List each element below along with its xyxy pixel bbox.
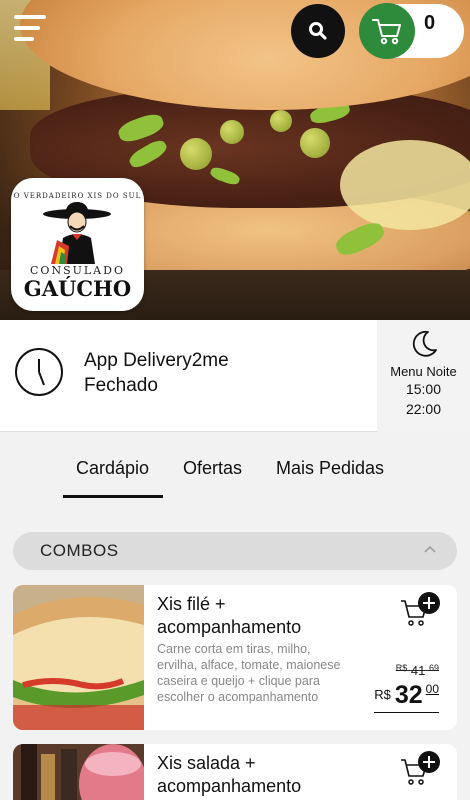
add-to-cart-icon[interactable] — [399, 750, 443, 790]
close-time: 22:00 — [405, 401, 442, 417]
open-time: 15:00 — [405, 381, 442, 397]
old-price: R$ 41 69 — [395, 663, 439, 678]
category-header-combos[interactable]: COMBOS — [13, 532, 457, 570]
product-title: Xis filé + acompanhamento — [157, 594, 302, 637]
product-card[interactable]: Xis salada + acompanhamento — [13, 744, 457, 800]
search-icon — [309, 22, 327, 40]
moon-icon — [412, 330, 437, 357]
chevron-up-icon — [424, 545, 436, 553]
product-card[interactable]: Xis filé + acompanhamento Carne corta em… — [13, 585, 457, 730]
store-open-state: Fechado — [84, 375, 158, 396]
cart-count: 0 — [424, 12, 436, 34]
logo-name-line2: GAÚCHO — [23, 276, 132, 301]
product-description: Carne corta em tiras, milho, ervilha, al… — [157, 642, 341, 704]
product-image — [13, 744, 144, 800]
clock-icon — [15, 348, 63, 396]
product-title: Xis salada + acompanhamento — [157, 753, 302, 796]
schedule-label: Menu Noite — [390, 364, 457, 379]
category-label: COMBOS — [40, 541, 119, 560]
search-button[interactable] — [291, 4, 345, 58]
menu-tabs: Cardápio Ofertas Mais Pedidas — [0, 432, 470, 512]
add-to-cart-icon[interactable] — [399, 591, 443, 631]
cart-button[interactable] — [359, 3, 415, 59]
restaurant-logo: O VERDADEIRO XIS DO SUL CONSULADO GAÚCHO — [11, 178, 144, 311]
current-price: R$ 32 00 — [374, 681, 439, 713]
schedule-panel: Menu Noite 15:00 22:00 — [377, 320, 470, 432]
logo-tagline: O VERDADEIRO XIS DO SUL — [13, 192, 142, 200]
gaucho-figure-icon — [43, 202, 111, 264]
cart-icon — [372, 19, 401, 45]
tab-cardapio[interactable]: Cardápio — [62, 458, 164, 498]
store-status-bar: App Delivery2me Fechado Menu Noite 15:00… — [0, 320, 470, 432]
store-name: App Delivery2me — [84, 350, 229, 371]
product-image — [13, 585, 144, 730]
tab-mais-pedidas[interactable]: Mais Pedidas — [276, 458, 384, 479]
hamburger-menu-icon[interactable] — [14, 15, 46, 43]
tab-ofertas[interactable]: Ofertas — [183, 458, 242, 479]
